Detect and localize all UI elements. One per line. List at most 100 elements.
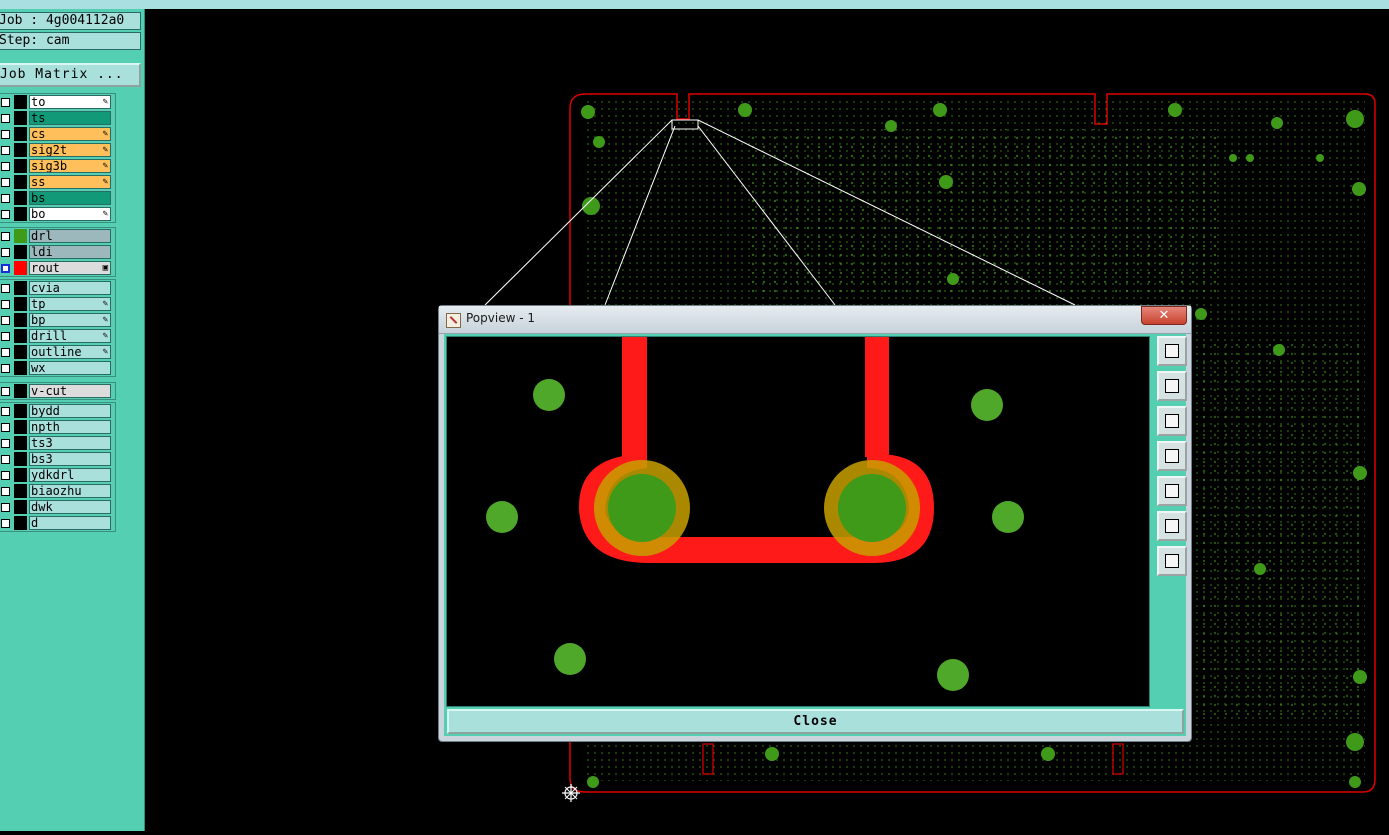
layer-row-cs[interactable]: cs ✎ [0, 126, 115, 142]
layer-name[interactable]: d [29, 516, 111, 530]
layer-name[interactable]: cs ✎ [29, 127, 111, 141]
layer-color-swatch[interactable] [14, 404, 27, 418]
layer-color-swatch[interactable] [14, 111, 27, 125]
layer-name[interactable]: biaozhu [29, 484, 111, 498]
layer-color-swatch[interactable] [14, 229, 27, 243]
layer-name[interactable]: ts3 [29, 436, 111, 450]
layer-name[interactable]: ss ✎ [29, 175, 111, 189]
layer-name[interactable]: ldi [29, 245, 111, 259]
layer-checkbox[interactable] [1, 194, 10, 203]
layer-checkbox[interactable] [1, 503, 10, 512]
zoom-out-icon[interactable] [1157, 546, 1187, 576]
pan-right-icon[interactable] [1157, 476, 1187, 506]
layer-color-swatch[interactable] [14, 127, 27, 141]
layer-color-swatch[interactable] [14, 207, 27, 221]
layer-checkbox[interactable] [1, 471, 10, 480]
layer-row-drill[interactable]: drill ✎ [0, 328, 115, 344]
layer-checkbox[interactable] [1, 114, 10, 123]
layer-checkbox[interactable] [1, 264, 10, 273]
layer-name[interactable]: bs [29, 191, 111, 205]
layer-color-swatch[interactable] [14, 436, 27, 450]
zoom-in-icon[interactable] [1157, 511, 1187, 541]
pan-down-icon[interactable] [1157, 406, 1187, 436]
layer-name[interactable]: ts [29, 111, 111, 125]
layer-color-swatch[interactable] [14, 261, 27, 275]
layer-row-bp[interactable]: bp ✎ [0, 312, 115, 328]
layer-name[interactable]: cvia [29, 281, 111, 295]
zoomed-detail[interactable] [447, 337, 1149, 706]
layer-color-swatch[interactable] [14, 484, 27, 498]
layer-checkbox[interactable] [1, 248, 10, 257]
job-matrix-button[interactable]: Job Matrix ... [0, 63, 141, 87]
layer-name[interactable]: tp ✎ [29, 297, 111, 311]
layer-row-outline[interactable]: outline ✎ [0, 344, 115, 360]
layer-checkbox[interactable] [1, 332, 10, 341]
layer-checkbox[interactable] [1, 519, 10, 528]
pan-up-icon[interactable] [1157, 371, 1187, 401]
layer-checkbox[interactable] [1, 98, 10, 107]
layer-checkbox[interactable] [1, 387, 10, 396]
layer-row-ydkdrl[interactable]: ydkdrl [0, 467, 115, 483]
layer-name[interactable]: wx [29, 361, 111, 375]
layer-checkbox[interactable] [1, 300, 10, 309]
layer-checkbox[interactable] [1, 178, 10, 187]
popview-titlebar[interactable]: Popview - 1 ✕ [439, 306, 1191, 334]
layer-row-v-cut[interactable]: v-cut [0, 383, 115, 399]
layer-checkbox[interactable] [1, 232, 10, 241]
close-icon[interactable]: ✕ [1141, 306, 1187, 325]
layer-checkbox[interactable] [1, 162, 10, 171]
layer-name[interactable]: drl [29, 229, 111, 243]
layer-row-bs3[interactable]: bs3 [0, 451, 115, 467]
layer-name[interactable]: ydkdrl [29, 468, 111, 482]
layer-checkbox[interactable] [1, 146, 10, 155]
layer-color-swatch[interactable] [14, 245, 27, 259]
layer-row-d[interactable]: d [0, 515, 115, 531]
layer-color-swatch[interactable] [14, 95, 27, 109]
layer-checkbox[interactable] [1, 210, 10, 219]
layer-color-swatch[interactable] [14, 516, 27, 530]
layer-color-swatch[interactable] [14, 313, 27, 327]
layer-name[interactable]: drill ✎ [29, 329, 111, 343]
layer-color-swatch[interactable] [14, 500, 27, 514]
layer-row-drl[interactable]: drl [0, 228, 115, 244]
layer-checkbox[interactable] [1, 439, 10, 448]
layer-color-swatch[interactable] [14, 384, 27, 398]
layer-color-swatch[interactable] [14, 281, 27, 295]
layer-name[interactable]: v-cut [29, 384, 111, 398]
layer-name[interactable]: dwk [29, 500, 111, 514]
layer-row-bs[interactable]: bs [0, 190, 115, 206]
layer-color-swatch[interactable] [14, 361, 27, 375]
layer-color-swatch[interactable] [14, 468, 27, 482]
layer-checkbox[interactable] [1, 284, 10, 293]
layer-row-dwk[interactable]: dwk [0, 499, 115, 515]
layer-checkbox[interactable] [1, 487, 10, 496]
layer-row-ts[interactable]: ts [0, 110, 115, 126]
layer-color-swatch[interactable] [14, 143, 27, 157]
zoom-fit-icon[interactable] [1157, 336, 1187, 366]
layer-row-bo[interactable]: bo ✎ [0, 206, 115, 222]
layer-name[interactable]: to ✎ [29, 95, 111, 109]
layer-row-sig2t[interactable]: sig2t ✎ [0, 142, 115, 158]
layer-checkbox[interactable] [1, 316, 10, 325]
layer-row-ss[interactable]: ss ✎ [0, 174, 115, 190]
layer-name[interactable]: outline ✎ [29, 345, 111, 359]
layer-checkbox[interactable] [1, 423, 10, 432]
layer-checkbox[interactable] [1, 364, 10, 373]
layer-checkbox[interactable] [1, 407, 10, 416]
layer-name[interactable]: sig2t ✎ [29, 143, 111, 157]
pan-left-icon[interactable] [1157, 441, 1187, 471]
layer-row-tp[interactable]: tp ✎ [0, 296, 115, 312]
layer-color-swatch[interactable] [14, 452, 27, 466]
layer-row-ts3[interactable]: ts3 [0, 435, 115, 451]
layer-name[interactable]: bo ✎ [29, 207, 111, 221]
layer-checkbox[interactable] [1, 455, 10, 464]
layer-checkbox[interactable] [1, 130, 10, 139]
layer-row-biaozhu[interactable]: biaozhu [0, 483, 115, 499]
layer-name[interactable]: bp ✎ [29, 313, 111, 327]
layer-row-npth[interactable]: npth [0, 419, 115, 435]
layer-row-ldi[interactable]: ldi [0, 244, 115, 260]
layer-color-swatch[interactable] [14, 191, 27, 205]
layer-color-swatch[interactable] [14, 175, 27, 189]
layer-name[interactable]: sig3b ✎ [29, 159, 111, 173]
layer-row-rout[interactable]: rout ▣ [0, 260, 115, 276]
